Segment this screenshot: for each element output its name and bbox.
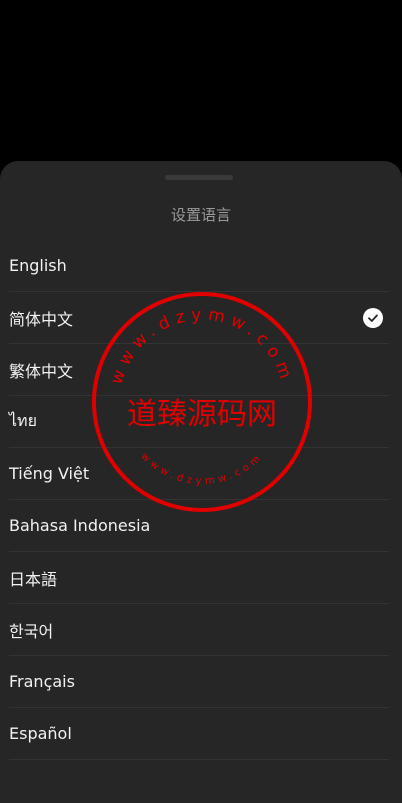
sheet-title: 设置语言 [170,206,231,224]
language-option-simplified-chinese[interactable]: 简体中文 [9,292,389,344]
language-option-vietnamese[interactable]: Tiếng Việt [9,448,389,500]
language-option-korean[interactable]: 한국어 [9,604,389,656]
language-option-spanish[interactable]: Español [9,708,389,760]
language-option-japanese[interactable]: 日本語 [9,552,389,604]
check-circle-icon [363,307,383,328]
language-label: 日本語 [9,569,58,589]
language-option-traditional-chinese[interactable]: 繁体中文 [9,344,389,396]
language-label: Tiếng Việt [9,464,90,483]
language-label: Bahasa Indonesia [9,516,151,535]
language-label: 한국어 [9,621,54,641]
language-label: 繁体中文 [9,361,74,381]
drag-handle[interactable] [165,175,233,180]
language-label: Español [9,724,72,743]
language-label: ไทย [9,411,37,430]
language-option-indonesian[interactable]: Bahasa Indonesia [9,500,389,552]
language-option-french[interactable]: Français [9,656,389,708]
language-label: English [9,256,67,275]
language-label: 简体中文 [9,309,74,329]
language-label: Français [9,672,75,691]
language-bottom-sheet: 设置语言 English 简体中文 繁体中文 ไทย Tiếng Việt Ba… [0,161,402,803]
language-option-thai[interactable]: ไทย [9,396,389,448]
language-list: English 简体中文 繁体中文 ไทย Tiếng Việt Bahasa … [9,240,389,760]
language-option-english[interactable]: English [9,240,389,292]
